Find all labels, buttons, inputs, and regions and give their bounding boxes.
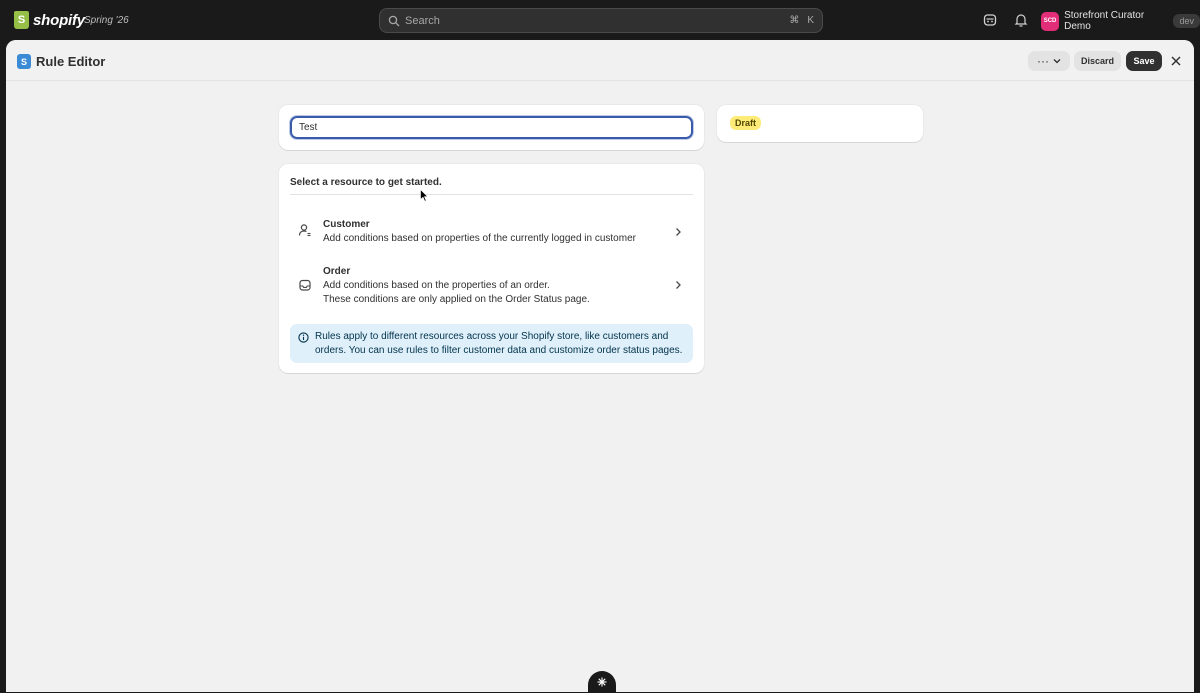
resource-heading: Select a resource to get started.: [290, 177, 442, 188]
shortcut-cmd: ⌘: [789, 15, 800, 26]
status-card: Draft: [717, 105, 923, 142]
chevron-right-icon: [676, 228, 681, 236]
top-bar: S shopify Spring '26 Search ⌘ K SCD Stor…: [0, 0, 1200, 40]
resource-description: Add conditions based on properties of th…: [323, 233, 636, 244]
more-actions-button[interactable]: ···: [1028, 51, 1070, 71]
resource-description: Add conditions based on the properties o…: [323, 280, 550, 291]
mouse-cursor-icon: [420, 189, 428, 202]
bell-icon[interactable]: [1013, 12, 1029, 28]
save-button[interactable]: Save: [1126, 51, 1162, 71]
rule-name-input[interactable]: Test: [290, 116, 693, 139]
divider: [290, 194, 693, 195]
info-text: Rules apply to different resources acros…: [315, 331, 683, 356]
resource-order[interactable]: Order Add conditions based on the proper…: [290, 260, 693, 306]
store-avatar: SCD: [1041, 11, 1060, 31]
app-icon: S: [17, 54, 31, 69]
resource-customer[interactable]: Customer Add conditions based on propert…: [290, 212, 693, 244]
page-title: Rule Editor: [36, 54, 106, 69]
search-icon: [388, 15, 400, 26]
chevron-right-icon: [676, 281, 681, 289]
resource-description-2: These conditions are only applied on the…: [323, 294, 590, 305]
store-badge: dev: [1173, 14, 1200, 28]
shortcut-key: K: [807, 15, 814, 26]
info-banner: Rules apply to different resources acros…: [290, 324, 693, 363]
info-icon: [298, 332, 309, 343]
chevron-down-icon: [1053, 59, 1061, 64]
status-badge: Draft: [730, 116, 762, 130]
app-panel: S Rule Editor ··· Discard Save Test Draf…: [6, 40, 1194, 693]
order-inbox-icon: [299, 279, 311, 291]
resource-card: Select a resource to get started. Custom…: [279, 164, 704, 373]
rule-name-card: Test: [279, 105, 704, 150]
search-placeholder: Search: [405, 14, 440, 27]
discard-button[interactable]: Discard: [1074, 51, 1121, 71]
search-bar[interactable]: Search ⌘ K: [379, 8, 823, 33]
more-label: ···: [1037, 54, 1049, 68]
sparkle-icon: [597, 677, 607, 687]
resource-title: Order: [323, 266, 351, 277]
page-header: S Rule Editor ··· Discard Save: [6, 40, 1194, 81]
brand-wordmark: shopify: [33, 11, 85, 29]
shopify-logo[interactable]: S shopify: [14, 11, 85, 29]
customer-icon: [298, 224, 311, 237]
store-name: Storefront Curator Demo: [1064, 10, 1145, 32]
release-label: Spring '26: [84, 15, 129, 26]
shopify-bag-icon: S: [14, 11, 29, 29]
rule-name-value: Test: [299, 122, 318, 133]
store-switcher[interactable]: SCD Storefront Curator Demo dev: [1041, 10, 1200, 32]
close-icon[interactable]: [1170, 55, 1182, 67]
sidekick-launcher[interactable]: [588, 671, 616, 693]
sidekick-icon[interactable]: [982, 12, 998, 28]
resource-title: Customer: [323, 219, 370, 230]
